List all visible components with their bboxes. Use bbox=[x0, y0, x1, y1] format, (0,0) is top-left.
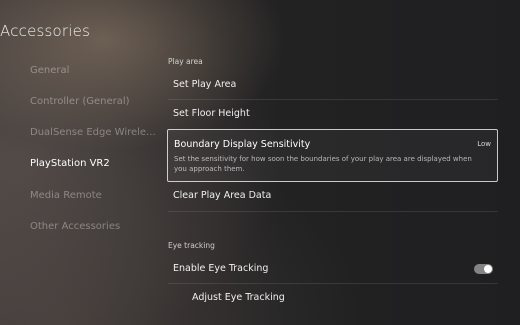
adjust-eye-tracking-item[interactable]: Adjust Eye Tracking bbox=[192, 292, 285, 303]
section-label-play-area: Play area bbox=[168, 57, 203, 66]
enable-eye-tracking-item[interactable]: Enable Eye Tracking bbox=[173, 263, 268, 274]
boundary-display-sensitivity-title: Boundary Display Sensitivity bbox=[174, 139, 311, 150]
sidebar: General Controller (General) DualSense E… bbox=[0, 0, 156, 325]
sidebar-item-dualsense-edge[interactable]: DualSense Edge Wirele... bbox=[30, 127, 156, 138]
divider bbox=[168, 99, 498, 100]
set-play-area-item[interactable]: Set Play Area bbox=[173, 79, 236, 90]
divider bbox=[168, 211, 498, 212]
divider bbox=[168, 283, 498, 284]
clear-play-area-data-item[interactable]: Clear Play Area Data bbox=[173, 190, 271, 201]
sidebar-item-playstation-vr2[interactable]: PlayStation VR2 bbox=[30, 158, 110, 169]
sidebar-item-controller-general[interactable]: Controller (General) bbox=[30, 96, 130, 107]
set-floor-height-item[interactable]: Set Floor Height bbox=[173, 108, 250, 119]
boundary-display-sensitivity-value: Low bbox=[477, 140, 491, 148]
boundary-display-sensitivity-description: Set the sensitivity for how soon the bou… bbox=[174, 155, 472, 173]
section-label-eye-tracking: Eye tracking bbox=[168, 241, 215, 250]
enable-eye-tracking-toggle[interactable] bbox=[474, 264, 493, 274]
toggle-knob bbox=[484, 265, 492, 273]
sidebar-item-other-accessories[interactable]: Other Accessories bbox=[30, 221, 120, 232]
sidebar-item-media-remote[interactable]: Media Remote bbox=[30, 190, 102, 201]
boundary-display-sensitivity-item[interactable]: Boundary Display Sensitivity Low Set the… bbox=[167, 129, 498, 182]
sidebar-item-general[interactable]: General bbox=[30, 65, 69, 76]
